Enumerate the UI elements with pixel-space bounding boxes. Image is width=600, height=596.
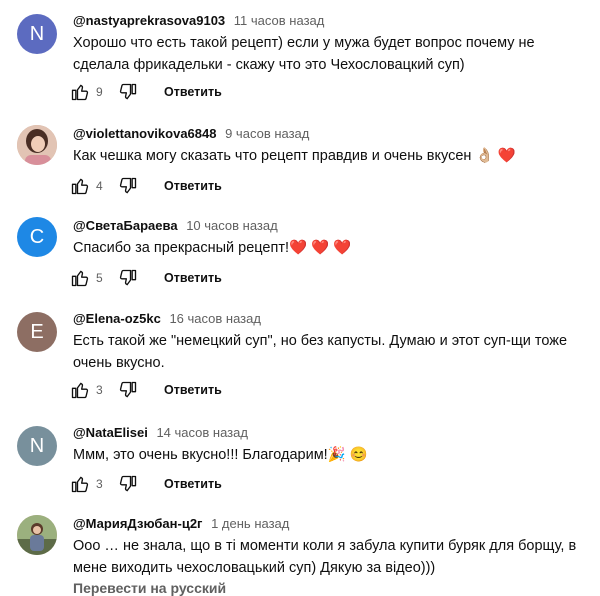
like-count: 9: [96, 85, 103, 99]
thumbs-down-icon: [119, 269, 137, 286]
comment-text: Хорошо что есть такой рецепт) если у муж…: [73, 35, 535, 73]
avatar[interactable]: C: [17, 217, 57, 257]
comment-time[interactable]: 11 часов назад: [234, 13, 325, 28]
avatar[interactable]: [17, 515, 57, 555]
comment-actions: 3 Ответить: [68, 472, 222, 496]
dislike-button[interactable]: [116, 378, 140, 402]
comment-text: Как чешка могу сказать что рецепт правди…: [73, 148, 516, 164]
translate-link[interactable]: Перевести на русский: [73, 580, 226, 596]
thumbs-down-icon: [119, 177, 137, 194]
comment-text: Спасибо за прекрасный рецепт!❤️ ❤️ ❤️: [73, 240, 352, 256]
like-count: 5: [96, 271, 103, 285]
author-name[interactable]: @nastyaprekrasova9103: [73, 13, 225, 28]
dislike-button[interactable]: [116, 80, 140, 104]
comment-time[interactable]: 9 часов назад: [225, 126, 309, 141]
reply-button[interactable]: Ответить: [164, 85, 222, 99]
like-button[interactable]: [68, 378, 92, 402]
like-button[interactable]: [68, 472, 92, 496]
avatar-photo-icon: [17, 515, 57, 555]
like-button[interactable]: [68, 80, 92, 104]
comment-text: Ооо … не знала, що в ті моменти коли я з…: [73, 538, 577, 576]
thumbs-up-icon: [71, 270, 89, 287]
author-name[interactable]: @СветаБараева: [73, 218, 178, 233]
thumbs-up-icon: [71, 382, 89, 399]
author-name[interactable]: @Elena-oz5kc: [73, 311, 161, 326]
reply-button[interactable]: Ответить: [164, 477, 222, 491]
thumbs-down-icon: [119, 83, 137, 100]
reply-button[interactable]: Ответить: [164, 271, 222, 285]
author-name[interactable]: @МарияДзюбан-ц2г: [73, 516, 202, 531]
comment-actions: 4 Ответить: [68, 174, 222, 198]
comment-time[interactable]: 1 день назад: [211, 516, 289, 531]
like-button[interactable]: [68, 174, 92, 198]
comment-header: @Elena-oz5kc 16 часов назад: [73, 310, 261, 328]
dislike-button[interactable]: [116, 472, 140, 496]
avatar[interactable]: [17, 125, 57, 165]
avatar-letter: E: [30, 320, 44, 343]
thumbs-down-icon: [119, 381, 137, 398]
like-count: 3: [96, 477, 103, 491]
comment-time[interactable]: 16 часов назад: [169, 311, 261, 326]
comment-time[interactable]: 10 часов назад: [186, 218, 278, 233]
reply-button[interactable]: Ответить: [164, 179, 222, 193]
comment-actions: 9 Ответить: [68, 80, 222, 104]
like-count: 4: [96, 179, 103, 193]
avatar-photo-icon: [17, 125, 57, 165]
avatar[interactable]: N: [17, 426, 57, 466]
thumbs-up-icon: [71, 84, 89, 101]
comment-text: Есть такой же "немецкий суп", но без кап…: [73, 333, 568, 371]
author-name[interactable]: @violettanovikova6848: [73, 126, 216, 141]
avatar-letter: N: [29, 22, 45, 45]
thumbs-up-icon: [71, 178, 89, 195]
avatar[interactable]: N: [17, 14, 57, 54]
comment-header: @СветаБараева 10 часов назад: [73, 217, 278, 235]
avatar[interactable]: E: [17, 312, 57, 352]
comment-header: @МарияДзюбан-ц2г 1 день назад: [73, 515, 289, 533]
comment-header: @violettanovikova6848 9 часов назад: [73, 125, 309, 143]
comment-header: @NataElisei 14 часов назад: [73, 424, 248, 442]
comment-text: Ммм, это очень вкусно!!! Благодарим!🎉 😊: [73, 447, 368, 463]
thumbs-down-icon: [119, 475, 137, 492]
like-button[interactable]: [68, 266, 92, 290]
comment-actions: 5 Ответить: [68, 266, 222, 290]
comment-actions: 3 Ответить: [68, 378, 222, 402]
avatar-letter: C: [29, 225, 45, 248]
comment-header: @nastyaprekrasova9103 11 часов назад: [73, 12, 324, 30]
author-name[interactable]: @NataElisei: [73, 425, 148, 440]
comment-time[interactable]: 14 часов назад: [156, 425, 248, 440]
avatar-letter: N: [29, 434, 45, 457]
thumbs-up-icon: [71, 476, 89, 493]
dislike-button[interactable]: [116, 174, 140, 198]
reply-button[interactable]: Ответить: [164, 383, 222, 397]
like-count: 3: [96, 383, 103, 397]
dislike-button[interactable]: [116, 266, 140, 290]
